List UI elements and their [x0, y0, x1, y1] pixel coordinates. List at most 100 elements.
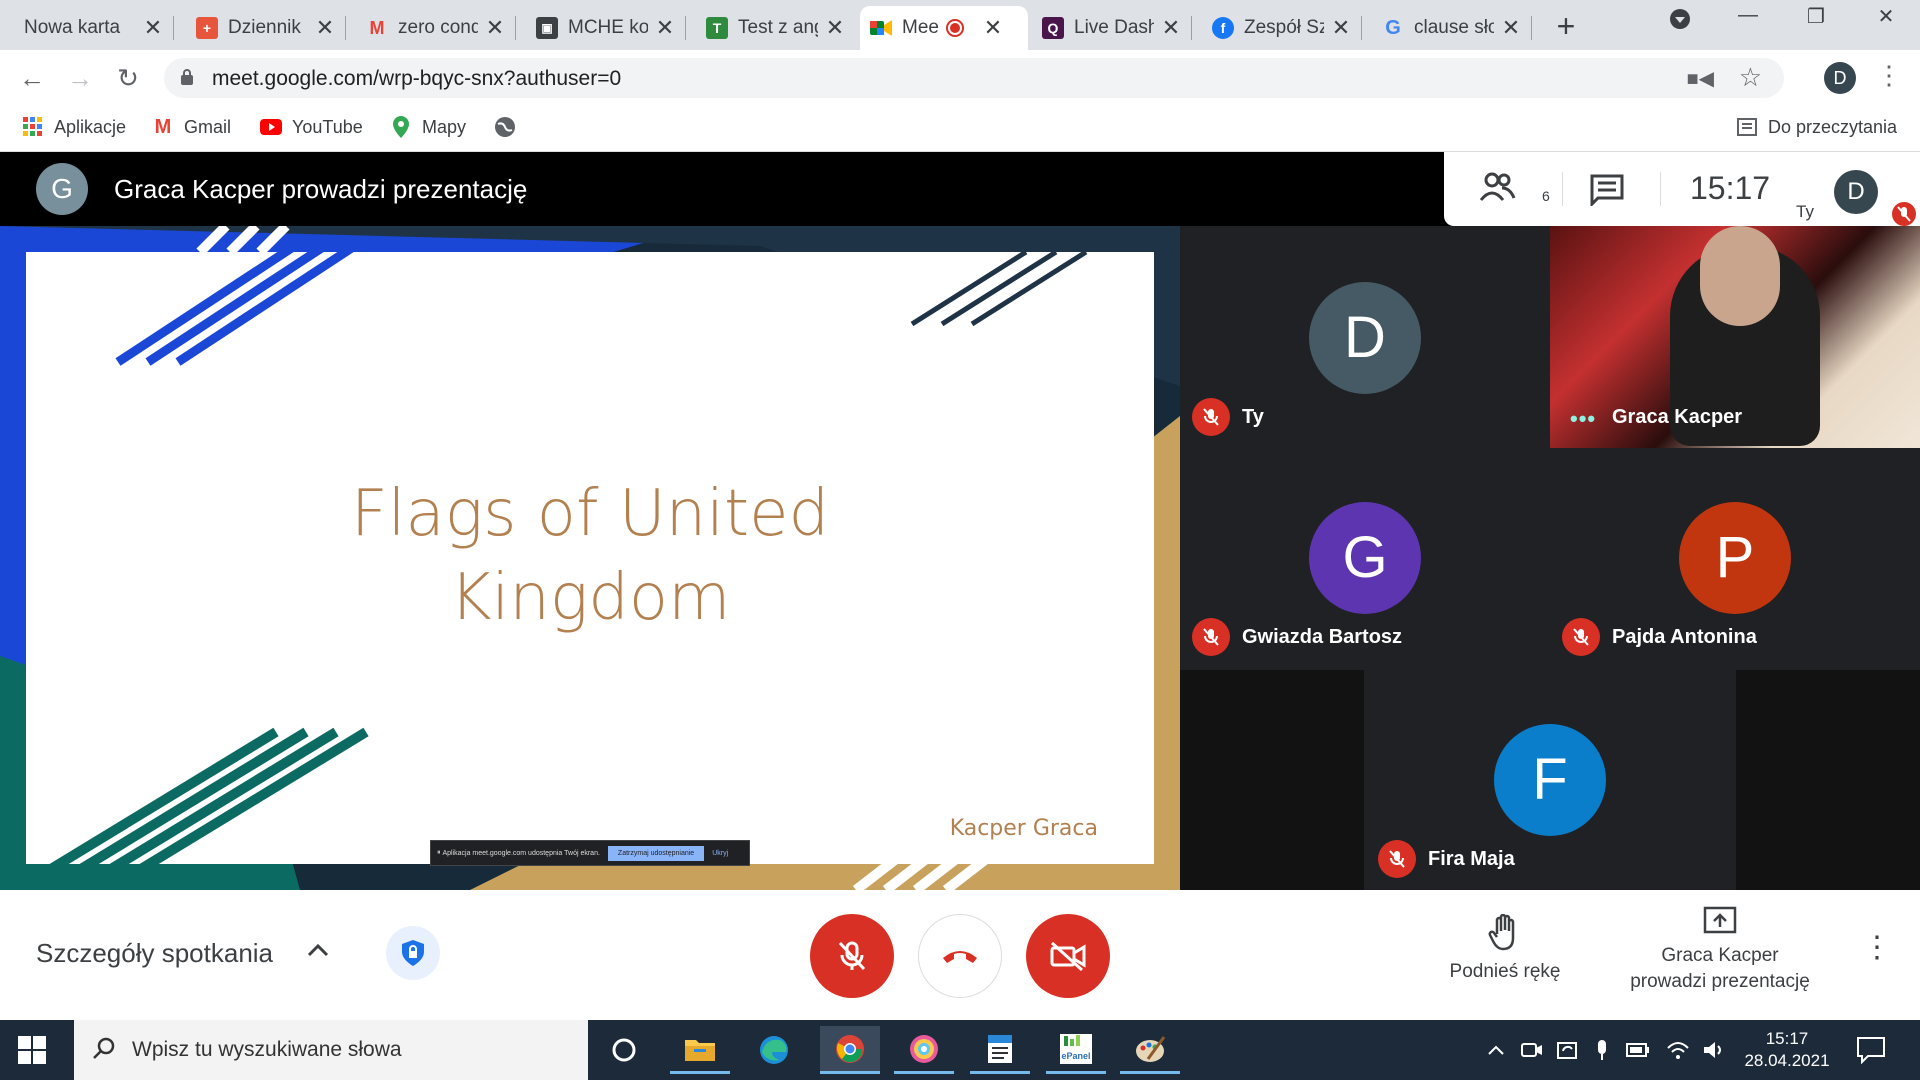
participant-tile-graca-kacper[interactable]: ••• Graca Kacper: [1550, 226, 1920, 448]
presentation-button[interactable]: Graca Kacper prowadzi prezentację: [1610, 906, 1830, 995]
people-button[interactable]: 6: [1479, 170, 1550, 209]
tab-close-icon[interactable]: ✕: [314, 15, 336, 41]
url-text[interactable]: meet.google.com/wrp-bqyc-snx?authuser=0: [212, 67, 621, 91]
wordpad-icon[interactable]: [970, 1026, 1030, 1074]
restore-icon[interactable]: ❐: [1786, 4, 1846, 29]
meet-icon: [870, 17, 892, 39]
tab-close-icon[interactable]: ✕: [484, 15, 506, 41]
paint-icon[interactable]: [1120, 1026, 1180, 1074]
windows-start-icon[interactable]: [18, 1036, 46, 1064]
classroom-icon: ▣: [536, 17, 558, 39]
close-window-icon[interactable]: ✕: [1856, 4, 1916, 29]
profile-avatar[interactable]: D: [1824, 62, 1856, 94]
tab-close-icon[interactable]: ✕: [1330, 15, 1352, 41]
meeting-details-button[interactable]: Szczegóły spotkania: [36, 938, 273, 969]
chrome-icon[interactable]: [820, 1026, 880, 1074]
google-icon: G: [1385, 16, 1401, 39]
mic-muted-icon: [1192, 398, 1230, 436]
chat-button[interactable]: [1590, 174, 1624, 211]
participant-avatar: D: [1309, 282, 1421, 394]
tab-close-icon[interactable]: ✕: [654, 15, 676, 41]
forward-arrow-icon[interactable]: →: [62, 60, 98, 96]
participant-avatar: F: [1494, 724, 1606, 836]
participant-name: Fira Maja: [1428, 848, 1515, 870]
tab-testportal[interactable]: T Test z ang ✕: [696, 6, 856, 50]
reading-list[interactable]: Do przeczytania: [1736, 116, 1897, 138]
presentation-area: Flags of United Kingdom Kacper Graca ⏸ A…: [0, 226, 1180, 890]
apps-grid-icon: [22, 116, 44, 138]
tab-close-icon[interactable]: ✕: [1500, 15, 1522, 41]
taskbar-clock[interactable]: 15:17 28.04.2021: [1742, 1028, 1832, 1072]
bookmark-label: Gmail: [184, 116, 232, 137]
reading-list-label: Do przeczytania: [1768, 116, 1898, 137]
camera-tray-icon[interactable]: [1520, 1038, 1544, 1062]
epanel-icon[interactable]: ePanel: [1046, 1026, 1106, 1074]
volume-icon[interactable]: [1702, 1038, 1726, 1062]
tab-search-icon[interactable]: [1650, 8, 1710, 36]
chevron-up-icon[interactable]: [306, 934, 330, 965]
address-bar[interactable]: meet.google.com/wrp-bqyc-snx?authuser=0 …: [164, 58, 1784, 98]
photos-icon[interactable]: [894, 1026, 954, 1074]
reload-icon[interactable]: ↻: [110, 60, 146, 96]
cortana-icon[interactable]: [594, 1026, 654, 1074]
stop-sharing-button[interactable]: Zatrzymaj udostępnianie: [607, 845, 705, 861]
presenter-avatar: G: [36, 163, 88, 215]
facebook-icon: f: [1212, 17, 1234, 39]
bookmark-star-icon[interactable]: ☆: [1739, 62, 1762, 93]
tab-close-icon[interactable]: ✕: [142, 15, 164, 41]
presentation-label-line1: Graca Kacper: [1661, 945, 1779, 966]
epanel-label: ePanel: [1061, 1051, 1090, 1061]
battery-icon[interactable]: [1626, 1038, 1650, 1062]
participant-tile-fira-maja[interactable]: F Fira Maja: [1366, 670, 1734, 890]
wifi-icon[interactable]: [1666, 1038, 1690, 1062]
tab-dziennik[interactable]: + Dziennik ✕: [186, 6, 346, 50]
mic-off-icon: [838, 941, 866, 971]
bookmark-youtube[interactable]: YouTube: [260, 116, 363, 138]
tab-title: Nowa karta: [24, 17, 121, 38]
tab-close-icon[interactable]: ✕: [1160, 15, 1182, 41]
participant-name: Gwiazda Bartosz: [1242, 626, 1403, 648]
browser-tab-strip: Nowa karta ✕ + Dziennik ✕ M zero cond ✕ …: [0, 0, 1920, 50]
tab-classroom[interactable]: ▣ MCHE ko ✕: [526, 6, 686, 50]
people-count-badge: 6: [1542, 188, 1550, 204]
show-hidden-icons-icon[interactable]: [1484, 1038, 1508, 1062]
bookmark-globe[interactable]: [494, 116, 526, 138]
participant-video-head: [1700, 226, 1780, 326]
onedrive-sync-icon[interactable]: [1556, 1038, 1580, 1062]
bookmark-apps[interactable]: Aplikacje: [22, 116, 126, 138]
speaking-indicator-icon: •••: [1570, 406, 1597, 431]
participant-tile-ty[interactable]: D Ty: [1180, 226, 1550, 446]
camera-toggle-button[interactable]: [1026, 914, 1110, 998]
participant-tile-pajda-antonina[interactable]: P Pajda Antonina: [1550, 448, 1920, 668]
minimize-icon[interactable]: —: [1718, 4, 1778, 27]
taskbar-search[interactable]: Wpisz tu wyszukiwane słowa: [74, 1020, 588, 1080]
bookmark-maps[interactable]: Mapy: [390, 116, 466, 138]
host-controls-button[interactable]: [386, 926, 440, 980]
more-options-icon[interactable]: ⋮: [1862, 930, 1892, 965]
edge-icon[interactable]: [744, 1026, 804, 1074]
tab-gmail[interactable]: M zero cond ✕: [356, 6, 516, 50]
mic-muted-icon: [1192, 618, 1230, 656]
tab-google-search[interactable]: G clause sło ✕: [1372, 6, 1532, 50]
tab-title: Test z ang: [738, 17, 818, 38]
tab-new-tab[interactable]: Nowa karta ✕: [14, 6, 174, 50]
bookmark-gmail[interactable]: M Gmail: [152, 116, 231, 138]
tab-facebook[interactable]: f Zespół Sz ✕: [1202, 6, 1362, 50]
new-tab-plus-icon[interactable]: +: [1548, 8, 1584, 45]
microphone-tray-icon[interactable]: [1590, 1038, 1614, 1062]
hide-share-bar-button[interactable]: Ukryj: [712, 850, 728, 857]
tab-close-icon[interactable]: ✕: [982, 15, 1004, 41]
microphone-toggle-button[interactable]: [810, 914, 894, 998]
camera-in-use-icon[interactable]: ■◀: [1687, 66, 1714, 91]
browser-menu-icon[interactable]: ⋮: [1876, 60, 1902, 91]
tab-live-dashboard[interactable]: Q Live Dash ✕: [1032, 6, 1192, 50]
participant-tile-gwiazda-bartosz[interactable]: G Gwiazda Bartosz: [1180, 448, 1550, 668]
raise-hand-button[interactable]: Podnieś rękę: [1440, 913, 1570, 983]
shield-lock-icon: [402, 940, 424, 966]
leave-call-button[interactable]: [918, 914, 1002, 998]
file-explorer-icon[interactable]: [670, 1026, 730, 1074]
notifications-icon[interactable]: [1856, 1036, 1886, 1064]
tab-meet[interactable]: Meet ✕: [860, 6, 1028, 50]
tab-close-icon[interactable]: ✕: [824, 15, 846, 41]
back-arrow-icon[interactable]: ←: [14, 60, 50, 96]
